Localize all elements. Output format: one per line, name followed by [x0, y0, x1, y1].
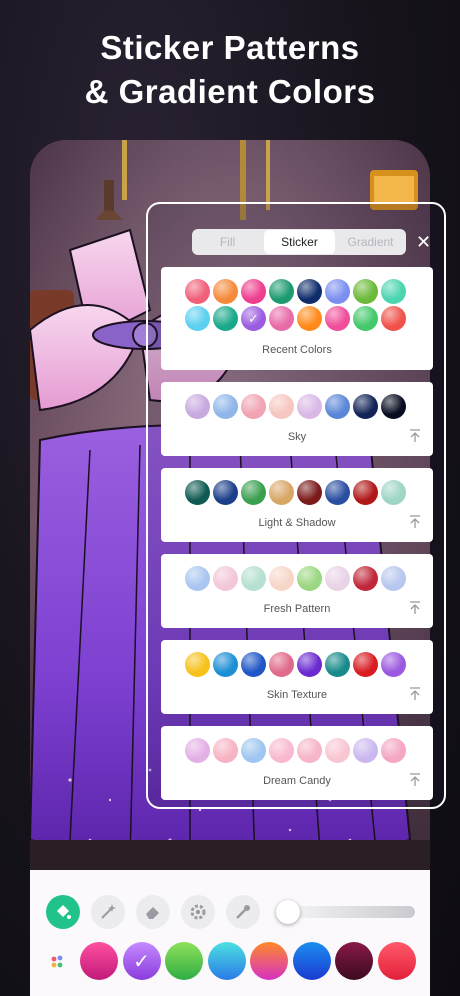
swatch[interactable] [353, 566, 378, 591]
swatch[interactable] [213, 566, 238, 591]
swatch[interactable] [213, 306, 238, 331]
swatch[interactable] [297, 480, 322, 505]
swatch[interactable] [269, 394, 294, 419]
swatch[interactable] [325, 738, 350, 763]
swatch[interactable] [381, 394, 406, 419]
swatch[interactable] [381, 279, 406, 304]
pin-to-top-icon[interactable] [409, 687, 421, 701]
section-fresh-pattern: Fresh Pattern [161, 554, 433, 628]
color-swatch[interactable] [165, 942, 203, 980]
swatch[interactable] [381, 738, 406, 763]
color-swatch[interactable] [292, 942, 331, 980]
swatch[interactable] [297, 652, 322, 677]
swatch[interactable] [269, 566, 294, 591]
swatch[interactable] [353, 279, 378, 304]
color-swatch[interactable] [80, 942, 118, 980]
swatch[interactable] [269, 652, 294, 677]
slider-knob[interactable] [276, 900, 300, 924]
swatch[interactable] [185, 306, 210, 331]
swatch[interactable] [241, 738, 266, 763]
swatch[interactable] [269, 306, 294, 331]
headline-line-1: Sticker Patterns [100, 29, 360, 66]
pin-to-top-icon[interactable] [409, 429, 421, 443]
swatch[interactable] [381, 652, 406, 677]
swatch[interactable] [269, 480, 294, 505]
eyedropper-icon[interactable] [226, 895, 260, 929]
swatch[interactable] [241, 566, 266, 591]
swatch[interactable] [325, 394, 350, 419]
swatch[interactable] [213, 480, 238, 505]
section-light-shadow: Light & Shadow [161, 468, 433, 542]
swatch[interactable] [269, 279, 294, 304]
swatch[interactable] [213, 738, 238, 763]
section-label: Fresh Pattern [263, 603, 331, 615]
swatch[interactable] [185, 279, 210, 304]
swatch[interactable] [381, 306, 406, 331]
swatch[interactable] [297, 306, 322, 331]
swatch[interactable] [213, 279, 238, 304]
swatch[interactable] [213, 652, 238, 677]
section-label: Recent Colors [262, 344, 332, 356]
swatch[interactable] [297, 738, 322, 763]
swatch[interactable] [325, 480, 350, 505]
swatch[interactable] [241, 480, 266, 505]
pin-to-top-icon[interactable] [409, 601, 421, 615]
magic-wand-icon[interactable] [91, 895, 125, 929]
tab-fill[interactable]: Fill [192, 229, 263, 255]
color-swatch[interactable] [207, 942, 246, 980]
swatch[interactable] [297, 279, 322, 304]
swatch[interactable] [325, 652, 350, 677]
swatch[interactable] [185, 652, 210, 677]
swatch[interactable] [325, 279, 350, 304]
swatch[interactable] [325, 566, 350, 591]
eraser-icon[interactable] [136, 895, 170, 929]
gear-icon[interactable] [181, 895, 215, 929]
swatch[interactable] [353, 480, 378, 505]
swatch[interactable] [269, 738, 294, 763]
swatch[interactable] [325, 306, 350, 331]
section-label: Sky [287, 431, 307, 443]
color-swatch[interactable] [377, 942, 416, 980]
swatch[interactable] [185, 480, 210, 505]
swatch[interactable] [353, 738, 378, 763]
section-dream-candy: Dream Candy [161, 726, 433, 800]
palette-icon[interactable] [46, 950, 70, 974]
section-label: Light & Shadow [258, 517, 336, 529]
section-recent-colors: ✓ Recent Colors [161, 267, 433, 370]
headline-line-2: & Gradient Colors [84, 73, 376, 110]
section-label: Skin Texture [266, 689, 328, 701]
color-swatch[interactable] [250, 942, 288, 980]
color-swatch[interactable] [335, 942, 373, 980]
swatch[interactable] [297, 394, 322, 419]
swatch[interactable] [185, 566, 210, 591]
swatch[interactable] [381, 480, 406, 505]
headline: Sticker Patterns & Gradient Colors [0, 26, 460, 114]
pin-to-top-icon[interactable] [409, 515, 421, 529]
sticker-panel: Fill Sticker Gradient ✕ ✓ Recent Colors … [146, 202, 446, 809]
tab-sticker[interactable]: Sticker [264, 230, 335, 254]
swatch[interactable] [241, 279, 266, 304]
swatch[interactable]: ✓ [241, 306, 266, 331]
bottom-toolbar: ✓ [30, 870, 430, 996]
swatch[interactable] [353, 652, 378, 677]
tab-bar: Fill Sticker Gradient [192, 229, 406, 255]
close-icon[interactable]: ✕ [416, 232, 431, 252]
brush-size-slider[interactable] [290, 906, 415, 918]
section-label: Dream Candy [263, 775, 331, 787]
swatch[interactable] [241, 652, 266, 677]
swatch[interactable] [353, 306, 378, 331]
swatch[interactable] [241, 394, 266, 419]
pin-to-top-icon[interactable] [409, 773, 421, 787]
swatch[interactable] [185, 738, 210, 763]
tab-gradient[interactable]: Gradient [335, 229, 406, 255]
section-skin-texture: Skin Texture [161, 640, 433, 714]
swatch[interactable] [353, 394, 378, 419]
swatch[interactable] [213, 394, 238, 419]
color-swatch[interactable]: ✓ [122, 942, 161, 980]
swatch[interactable] [185, 394, 210, 419]
fill-bucket-icon[interactable] [46, 895, 80, 929]
swatch[interactable] [297, 566, 322, 591]
section-sky: Sky [161, 382, 433, 456]
swatch[interactable] [381, 566, 406, 591]
